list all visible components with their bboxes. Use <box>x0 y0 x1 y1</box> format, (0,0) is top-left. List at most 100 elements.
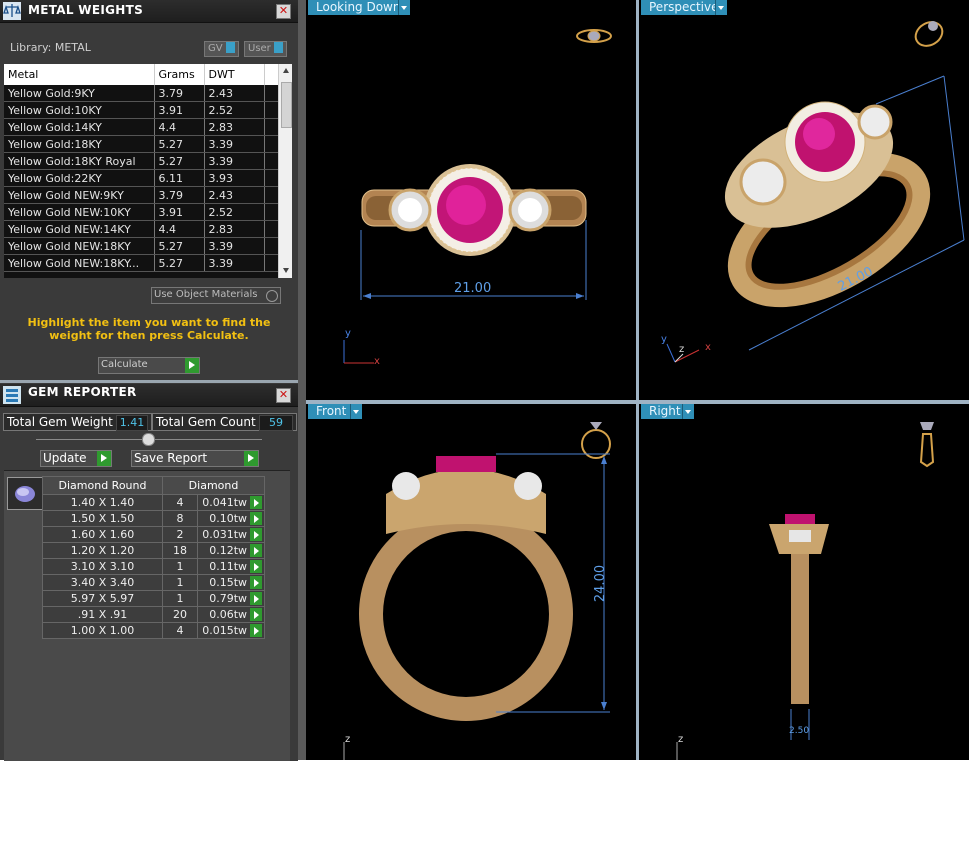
calculate-button[interactable]: Calculate <box>98 357 200 374</box>
close-icon[interactable]: ✕ <box>276 388 291 403</box>
gem-table-row[interactable]: 1.20 X 1.20 18 0.12tw <box>42 542 266 559</box>
gv-label: GV <box>208 43 223 54</box>
metal-cell-grams[interactable]: 5.27 <box>154 237 205 255</box>
metal-cell-dwt[interactable]: 3.93 <box>204 169 265 187</box>
use-object-materials-label: Use Object Materials <box>154 289 258 300</box>
panel-resize-gutter[interactable] <box>298 0 306 760</box>
col-grams[interactable]: Grams <box>154 64 205 85</box>
viewport-perspective[interactable]: Perspective 21.00 z x y <box>639 0 969 400</box>
metal-cell-metal[interactable]: Yellow Gold NEW:18KY <box>4 237 155 255</box>
metal-table-row[interactable]: Yellow Gold:9KY 3.79 2.43 <box>4 85 278 102</box>
scroll-thumb[interactable] <box>281 82 292 128</box>
gem-table-row[interactable]: .91 X .91 20 0.06tw <box>42 606 266 623</box>
col-metal[interactable]: Metal <box>4 64 155 85</box>
metal-table-row[interactable]: Yellow Gold NEW:18KY 5.27 3.39 <box>4 237 278 255</box>
gem-weight-cell: 0.11tw <box>196 558 266 575</box>
gem-table-row[interactable]: 1.40 X 1.40 4 0.041tw <box>42 494 266 511</box>
metal-cell-metal[interactable]: Yellow Gold:22KY <box>4 169 155 187</box>
close-icon[interactable]: ✕ <box>276 4 291 19</box>
scroll-up-icon[interactable] <box>283 68 289 73</box>
metal-cell-dwt[interactable]: 3.39 <box>204 152 265 170</box>
metal-cell-metal[interactable]: Yellow Gold:18KY <box>4 135 155 153</box>
play-icon[interactable] <box>250 528 263 542</box>
metal-table-row[interactable]: Yellow Gold NEW:9KY 3.79 2.43 <box>4 186 278 204</box>
gem-table-row[interactable]: 1.50 X 1.50 8 0.10tw <box>42 510 266 527</box>
gem-table-row[interactable]: 1.60 X 1.60 2 0.031tw <box>42 526 266 543</box>
metal-cell-metal[interactable]: Yellow Gold:18KY Royal <box>4 152 155 170</box>
metal-cell-dwt[interactable]: 2.43 <box>204 85 265 102</box>
radio-icon[interactable] <box>266 290 278 302</box>
metal-table-row[interactable]: Yellow Gold NEW:10KY 3.91 2.52 <box>4 203 278 221</box>
axis-x-label: x <box>705 342 711 353</box>
metal-table-row[interactable]: Yellow Gold:14KY 4.4 2.83 <box>4 118 278 136</box>
metal-cell-dwt[interactable]: 2.83 <box>204 220 265 238</box>
metal-table-scrollbar[interactable] <box>278 64 292 278</box>
metal-cell-grams[interactable]: 4.4 <box>154 220 205 238</box>
play-icon[interactable] <box>250 496 263 510</box>
metal-cell-grams[interactable]: 5.27 <box>154 152 205 170</box>
metal-cell-dwt[interactable]: 3.39 <box>204 135 265 153</box>
metal-cell-dwt[interactable]: 3.39 <box>204 254 265 272</box>
gem-table-row[interactable]: 5.97 X 5.97 1 0.79tw <box>42 590 266 607</box>
metal-cell-grams[interactable]: 4.4 <box>154 118 205 136</box>
play-icon[interactable] <box>250 608 263 622</box>
metal-table-row[interactable]: Yellow Gold:18KY 5.27 3.39 <box>4 135 278 153</box>
metal-cell-grams[interactable]: 3.79 <box>154 85 205 102</box>
save-report-button[interactable]: Save Report <box>131 450 259 467</box>
metal-cell-grams[interactable]: 3.91 <box>154 101 205 119</box>
metal-cell-metal[interactable]: Yellow Gold NEW:10KY <box>4 203 155 221</box>
play-icon[interactable] <box>250 560 263 574</box>
gem-size: 1.50 X 1.50 <box>42 510 163 527</box>
metal-table-row[interactable]: Yellow Gold:10KY 3.91 2.52 <box>4 101 278 119</box>
metal-cell-metal[interactable]: Yellow Gold NEW:9KY <box>4 186 155 204</box>
metal-table-header: Metal Grams DWT <box>4 64 278 85</box>
metal-cell-metal[interactable]: Yellow Gold:10KY <box>4 101 155 119</box>
play-icon[interactable] <box>250 592 263 606</box>
gem-size: 1.40 X 1.40 <box>42 494 163 511</box>
gem-table-row[interactable]: 1.00 X 1.00 4 0.015tw <box>42 622 266 639</box>
play-icon[interactable] <box>250 624 263 638</box>
metal-table-row[interactable]: Yellow Gold:22KY 6.11 3.93 <box>4 169 278 187</box>
metal-cell-metal[interactable]: Yellow Gold:14KY <box>4 118 155 136</box>
metal-cell-grams[interactable]: 6.11 <box>154 169 205 187</box>
metal-cell-metal[interactable]: Yellow Gold NEW:18KY... <box>4 254 155 272</box>
library-label: Library: METAL <box>10 41 91 54</box>
metal-cell-grams[interactable]: 3.79 <box>154 186 205 204</box>
metal-cell-dwt[interactable]: 2.83 <box>204 118 265 136</box>
metal-cell-dwt[interactable]: 2.43 <box>204 186 265 204</box>
metal-table-row[interactable]: Yellow Gold NEW:18KY... 5.27 3.39 <box>4 254 278 272</box>
play-icon <box>244 451 258 466</box>
user-toggle[interactable]: User <box>244 41 287 57</box>
col-dwt[interactable]: DWT <box>204 64 265 85</box>
play-icon[interactable] <box>250 576 263 590</box>
viewport-looking-down[interactable]: Looking Down 21.00 y x <box>306 0 636 400</box>
metal-cell-extra <box>264 118 278 136</box>
metal-cell-metal[interactable]: Yellow Gold:9KY <box>4 85 155 102</box>
gem-list-scrollbar[interactable] <box>290 471 298 761</box>
metal-cell-grams[interactable]: 5.27 <box>154 135 205 153</box>
viewport-right[interactable]: Right 2.50 z <box>639 404 969 760</box>
use-object-materials-checkbox[interactable]: Use Object Materials <box>151 287 281 304</box>
metal-cell-dwt[interactable]: 3.39 <box>204 237 265 255</box>
gem-count: 20 <box>162 606 198 623</box>
metal-cell-grams[interactable]: 5.27 <box>154 254 205 272</box>
update-button[interactable]: Update <box>40 450 112 467</box>
metal-cell-dwt[interactable]: 2.52 <box>204 203 265 221</box>
scroll-down-icon[interactable] <box>283 268 289 273</box>
gem-table-row[interactable]: 3.40 X 3.40 1 0.15tw <box>42 574 266 591</box>
metal-table-row[interactable]: Yellow Gold NEW:14KY 4.4 2.83 <box>4 220 278 238</box>
diamond-round-thumbnail[interactable] <box>7 477 43 510</box>
viewport-front[interactable]: Front 24.00 z <box>306 404 636 760</box>
play-icon[interactable] <box>250 512 263 526</box>
gv-toggle[interactable]: GV <box>204 41 239 57</box>
play-icon[interactable] <box>250 544 263 558</box>
gem-table-row[interactable]: 3.10 X 3.10 1 0.11tw <box>42 558 266 575</box>
gem-table-header: Diamond Round Diamond <box>42 476 266 495</box>
metal-cell-grams[interactable]: 3.91 <box>154 203 205 221</box>
gem-weight: 0.11tw <box>209 559 248 573</box>
metal-cell-metal[interactable]: Yellow Gold NEW:14KY <box>4 220 155 238</box>
gem-slider-handle[interactable] <box>142 433 155 446</box>
metal-cell-dwt[interactable]: 2.52 <box>204 101 265 119</box>
gem-weight: 0.10tw <box>209 511 248 525</box>
metal-table-row[interactable]: Yellow Gold:18KY Royal 5.27 3.39 <box>4 152 278 170</box>
